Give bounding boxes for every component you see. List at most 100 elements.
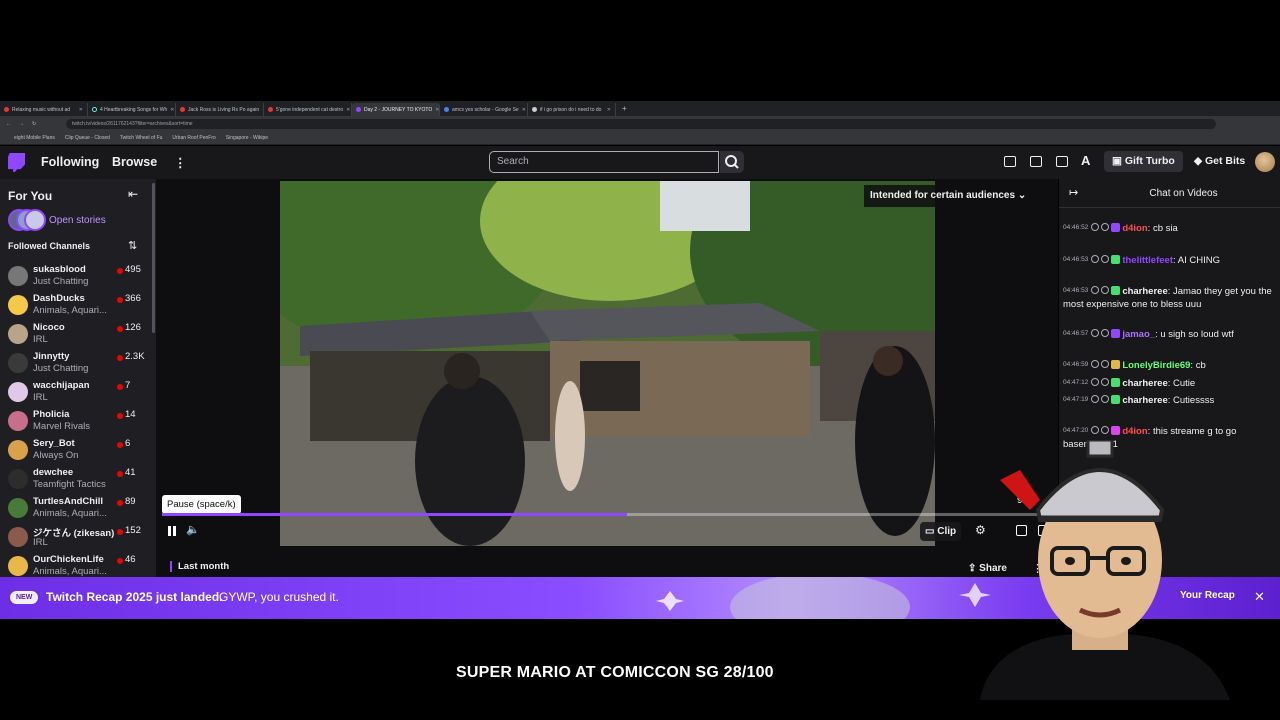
inbox-icon[interactable] xyxy=(1030,156,1042,167)
more-icon[interactable]: ⋮ xyxy=(174,155,187,170)
timeout-icon[interactable] xyxy=(1101,286,1110,294)
video-frame[interactable] xyxy=(280,181,935,546)
browser-tab[interactable]: Jack Ross is Living Rs Po again✕ xyxy=(176,103,264,116)
timeout-icon[interactable] xyxy=(1101,329,1110,337)
timeout-icon[interactable] xyxy=(1101,223,1110,231)
sidebar-channel[interactable]: wacchijapan IRL 7 xyxy=(0,378,152,407)
ban-icon[interactable] xyxy=(1091,395,1100,403)
bookmark[interactable]: eight Mobile Plans xyxy=(14,135,55,141)
bookmark[interactable]: Clip Queue - Closed xyxy=(65,135,110,141)
browser-tab[interactable]: Relaxing music without ad ✕ xyxy=(0,103,88,116)
browser-tab-strip: Relaxing music without ad ✕ 4 Heartbreaki… xyxy=(0,101,1280,116)
close-icon[interactable]: ✕ xyxy=(170,107,174,113)
timeout-icon[interactable] xyxy=(1101,360,1110,368)
timeout-icon[interactable] xyxy=(1101,378,1110,386)
gift-turbo-button[interactable]: ▣ Gift Turbo xyxy=(1104,151,1183,172)
nav-following[interactable]: Following xyxy=(41,155,99,169)
sidebar-channel[interactable]: Sery_Bot Always On 6 xyxy=(0,436,152,465)
chatgpt-favicon-icon xyxy=(532,107,537,112)
forward-icon[interactable]: → xyxy=(19,121,24,127)
seek-bar[interactable] xyxy=(162,513,1040,516)
sidebar-title: For You xyxy=(8,189,53,203)
chat-username[interactable]: charheree xyxy=(1122,395,1167,406)
close-icon[interactable]: ✕ xyxy=(79,107,83,113)
channel-category: IRL xyxy=(33,334,48,345)
chat-username[interactable]: charheree xyxy=(1122,286,1167,297)
sidebar-channel[interactable]: Jinnytty Just Chatting 2.3K xyxy=(0,349,152,378)
translate-icon[interactable]: A xyxy=(1081,153,1090,168)
chat-text: cb sia xyxy=(1152,223,1178,234)
ban-icon[interactable] xyxy=(1091,329,1100,337)
ban-icon[interactable] xyxy=(1091,255,1100,263)
chat-timestamp: 04:47:20 xyxy=(1063,427,1089,434)
browser-tab[interactable]: 5'gone independent cat destro ✕ xyxy=(264,103,352,116)
new-badge: NEW xyxy=(10,591,39,604)
chat-username[interactable]: jamao_ xyxy=(1122,329,1155,340)
pause-icon[interactable] xyxy=(166,525,178,537)
sidebar-channel[interactable]: DashDucks Animals, Aquari... 366 xyxy=(0,291,152,320)
youtube-favicon-icon xyxy=(180,107,185,112)
channel-name: wacchijapan xyxy=(33,380,90,391)
nav-browse[interactable]: Browse xyxy=(112,155,157,169)
content-warning-dropdown[interactable]: Intended for certain audiences ⌄ xyxy=(864,185,1033,207)
chat-username[interactable]: d4ion xyxy=(1122,223,1147,234)
sort-icon[interactable]: ⇅ xyxy=(128,239,137,252)
browser-tab[interactable]: if i go prison do i need to do ✕ xyxy=(528,103,616,116)
sidebar-channel[interactable]: ジケさん (zikesan) IRL 152 xyxy=(0,523,152,552)
chat-username[interactable]: thelittlefeet xyxy=(1122,255,1173,266)
get-bits-button[interactable]: ◆ Get Bits xyxy=(1186,151,1254,172)
live-dot-icon xyxy=(117,297,123,303)
chat-username[interactable]: d4ion xyxy=(1122,426,1147,437)
stories-avatars[interactable] xyxy=(8,209,46,233)
chat-username[interactable]: charheree xyxy=(1122,378,1167,389)
sidebar-channel[interactable]: TurtlesAndChill Animals, Aquari... 89 xyxy=(0,494,152,523)
prime-loot-icon[interactable] xyxy=(1004,156,1016,167)
sidebar-channel[interactable]: Pholicia Marvel Rivals 14 xyxy=(0,407,152,436)
collapse-sidebar-icon[interactable]: ⇤ xyxy=(128,187,138,201)
clip-button[interactable]: ▭ Clip xyxy=(920,522,962,541)
reload-icon[interactable]: ↻ xyxy=(32,121,36,127)
timeout-icon[interactable] xyxy=(1101,426,1110,434)
chevron-down-icon: ⌄ xyxy=(1017,190,1027,201)
sidebar-channel[interactable]: Nicoco IRL 126 xyxy=(0,320,152,349)
close-icon[interactable]: ✕ xyxy=(346,107,350,113)
chat-username[interactable]: LonelyBirdie69 xyxy=(1122,360,1190,371)
volume-icon[interactable]: 🔈 xyxy=(186,523,200,536)
timeout-icon[interactable] xyxy=(1101,255,1110,263)
channel-category: Marvel Rivals xyxy=(33,421,91,432)
sidebar-channel[interactable]: sukasblood Just Chatting 495 xyxy=(0,262,152,291)
browser-tab[interactable]: amcs yes scholar - Google Se ✕ xyxy=(440,103,528,116)
bookmark[interactable]: Urban Roof PenFro xyxy=(172,135,215,141)
avatar xyxy=(8,556,28,576)
bookmark[interactable]: Singapore - Wikipe xyxy=(226,135,268,141)
viewer-count: 152 xyxy=(125,525,141,536)
chat-text: u sigh so loud wtf xyxy=(1160,329,1234,340)
sidebar-scrollbar[interactable] xyxy=(152,183,155,333)
search-input[interactable]: Search xyxy=(489,151,719,173)
close-icon[interactable]: ✕ xyxy=(435,107,439,113)
close-icon[interactable]: ✕ xyxy=(522,107,526,113)
ban-icon[interactable] xyxy=(1091,378,1100,386)
story-avatar xyxy=(24,209,46,231)
sidebar-channel[interactable]: dewchee Teamfight Tactics 41 xyxy=(0,465,152,494)
ban-icon[interactable] xyxy=(1091,360,1100,368)
open-stories-link[interactable]: Open stories xyxy=(49,215,106,226)
chat-timestamp: 04:46:53 xyxy=(1063,287,1089,294)
ban-icon[interactable] xyxy=(1091,286,1100,294)
user-avatar[interactable] xyxy=(1255,152,1275,172)
ban-icon[interactable] xyxy=(1091,223,1100,231)
search-button[interactable] xyxy=(720,151,744,173)
whispers-icon[interactable] xyxy=(1056,156,1068,167)
address-bar[interactable]: twitch.tv/videos/2611762143?filter=archi… xyxy=(66,119,1216,129)
browser-tab-active[interactable]: Day 2 - JOURNEY TO KYOTO ✕ xyxy=(352,103,440,116)
new-tab-icon[interactable]: + xyxy=(622,104,627,113)
bookmark[interactable]: Twitch Wheel of Fu xyxy=(120,135,163,141)
close-icon[interactable]: ✕ xyxy=(607,107,611,113)
back-icon[interactable]: ← xyxy=(6,121,11,127)
browser-tab[interactable]: 4 Heartbreaking Songs for Wh ✕ xyxy=(88,103,176,116)
ban-icon[interactable] xyxy=(1091,426,1100,434)
close-icon[interactable]: ✕ xyxy=(1254,589,1265,605)
chat-timestamp: 04:46:52 xyxy=(1063,224,1089,231)
sidebar-channel[interactable]: OurChickenLife Animals, Aquari... 46 xyxy=(0,552,152,577)
timeout-icon[interactable] xyxy=(1101,395,1110,403)
